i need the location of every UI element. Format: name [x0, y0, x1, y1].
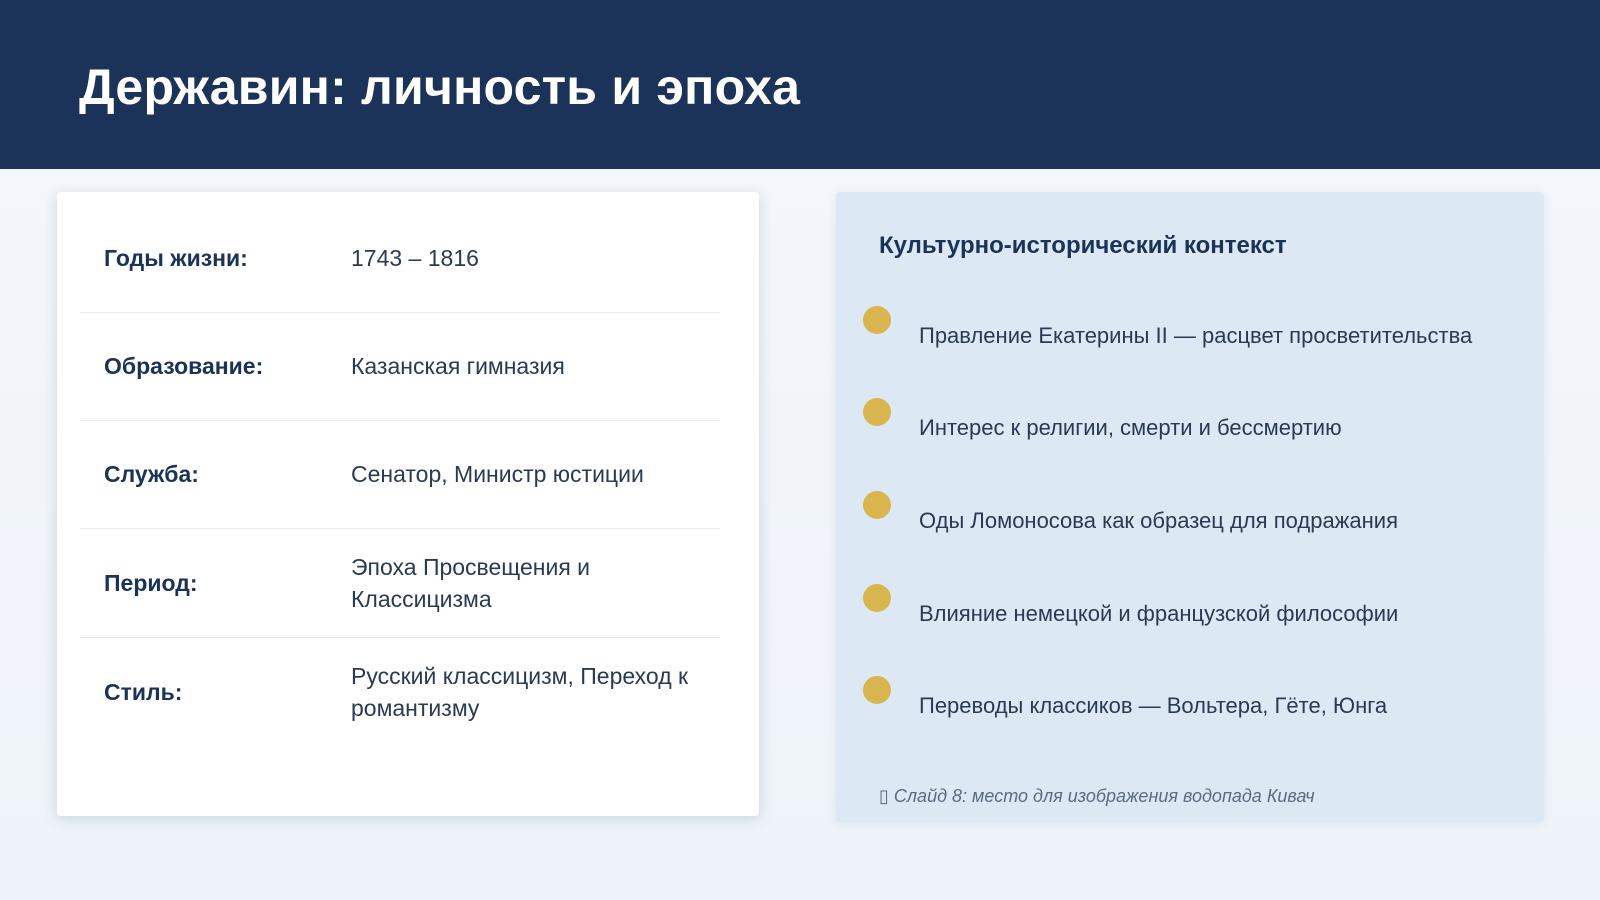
info-label: Служба:	[104, 460, 199, 487]
context-item-text: Интерес к религии, смерти и бессмертию	[919, 415, 1342, 440]
info-value: Эпоха Просвещения и Классицизма	[351, 554, 591, 612]
info-label: Период:	[104, 569, 198, 596]
info-value: 1743 – 1816	[351, 245, 479, 271]
bullet-dot-icon	[863, 398, 891, 426]
context-item-text: Правление Екатерины II — расцвет просвет…	[919, 323, 1473, 348]
context-item-text: Влияние немецкой и французской философии	[919, 601, 1399, 626]
info-value: Сенатор, Министр юстиции	[351, 461, 644, 487]
info-row-period: Период: Эпоха Просвещения и Классицизма	[80, 529, 720, 638]
info-value: Казанская гимназия	[351, 353, 565, 379]
bullet-dot-icon	[863, 491, 891, 519]
bullet-dot-icon	[863, 584, 891, 612]
info-row-style: Стиль: Русский классицизм, Переход к ром…	[80, 638, 720, 746]
info-row-service: Служба: Сенатор, Министр юстиции	[80, 420, 720, 529]
context-title: Культурно-исторический контекст	[879, 232, 1287, 259]
image-placeholder-note: ▯ Слайд 8: место для изображения водопад…	[879, 786, 1315, 806]
info-row-education: Образование: Казанская гимназия	[80, 312, 720, 421]
context-card: Культурно-исторический контекст Правлени…	[836, 192, 1544, 822]
bullet-dot-icon	[863, 676, 891, 704]
slide-header: Державин: личность и эпоха	[0, 0, 1600, 169]
info-row-years: Годы жизни: 1743 – 1816	[80, 204, 720, 313]
context-item-text: Оды Ломоносова как образец для подражани…	[919, 508, 1398, 533]
info-label: Годы жизни:	[104, 244, 248, 271]
biography-card: Годы жизни: 1743 – 1816 Образование: Каз…	[57, 192, 759, 816]
info-label: Образование:	[104, 352, 264, 379]
context-item-text: Переводы классиков — Вольтера, Гёте, Юнг…	[919, 693, 1388, 718]
info-label: Стиль:	[104, 678, 183, 705]
bullet-dot-icon	[863, 306, 891, 334]
slide-title: Державин: личность и эпоха	[79, 59, 801, 115]
info-value: Русский классицизм, Переход к романтизму	[351, 663, 689, 721]
